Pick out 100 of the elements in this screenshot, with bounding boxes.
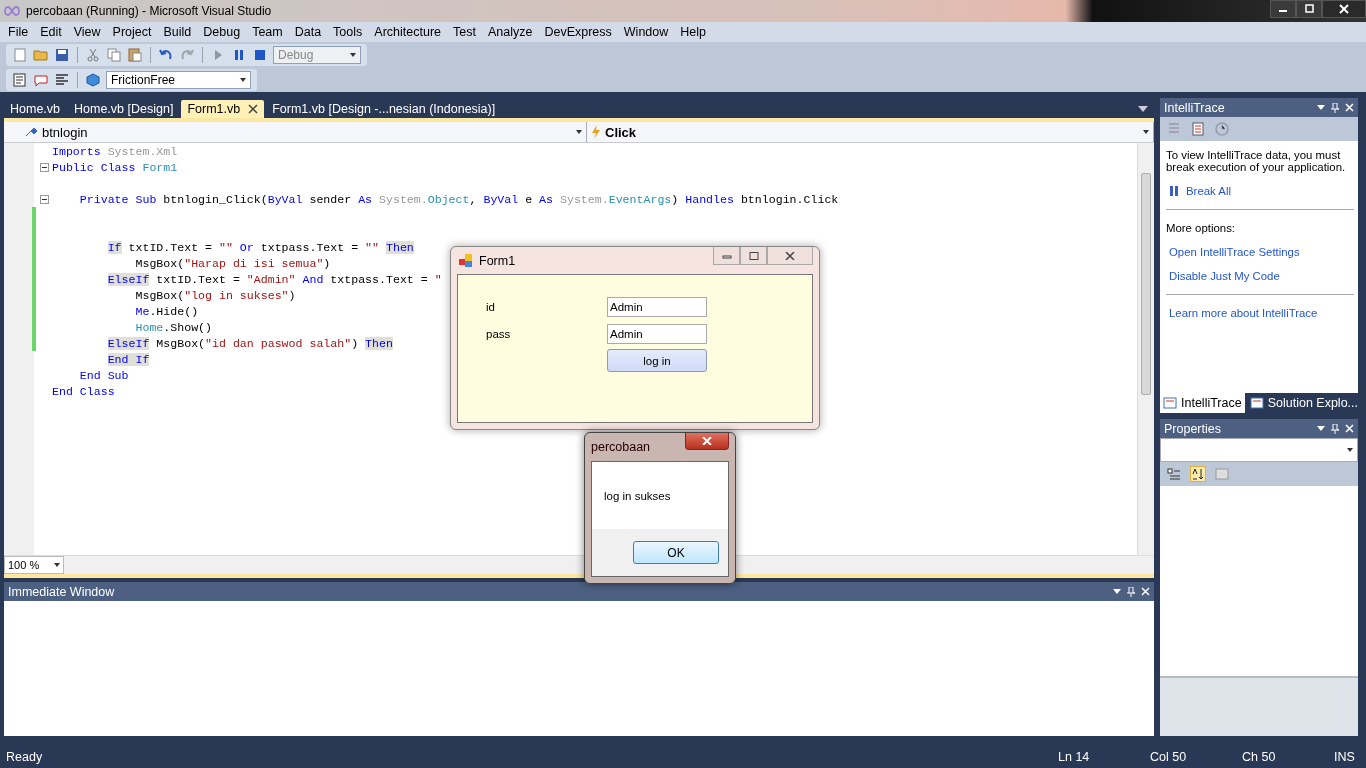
caret-icon xyxy=(576,130,582,134)
style-dropdown[interactable]: FrictionFree xyxy=(106,70,251,89)
close-icon xyxy=(1339,4,1349,14)
menu-item[interactable]: Window xyxy=(617,25,675,39)
pin-icon[interactable] xyxy=(1331,423,1339,434)
form-title: Form1 xyxy=(479,253,516,268)
option-link[interactable]: Open IntelliTrace Settings xyxy=(1169,246,1300,258)
close-button[interactable] xyxy=(685,433,729,450)
code-line: Home.Show() xyxy=(134,320,213,334)
paste-icon[interactable] xyxy=(127,46,143,63)
code-line: ElseIf txtID.Text = "Admin" And txtpass.Text = " xyxy=(106,272,442,286)
code-line: MsgBox("Harap di isi semua") xyxy=(134,256,331,270)
clock-icon[interactable] xyxy=(1214,121,1230,137)
input-field[interactable]: Admin xyxy=(607,296,707,317)
panel-tab[interactable]: IntelliTrace xyxy=(1160,393,1245,413)
maximize-icon xyxy=(748,251,759,260)
caret-icon xyxy=(240,77,246,82)
menu-item[interactable]: File xyxy=(2,25,35,39)
vertical-scrollbar[interactable] xyxy=(1137,143,1154,555)
caret-icon[interactable] xyxy=(1317,105,1325,110)
checklist-icon[interactable] xyxy=(1190,121,1206,137)
code-line: End Class xyxy=(52,384,115,398)
caret-icon[interactable] xyxy=(1113,589,1121,594)
cube-icon[interactable] xyxy=(85,71,101,88)
document-icon[interactable] xyxy=(12,71,28,88)
categorized-icon[interactable] xyxy=(1166,466,1182,482)
menu-item[interactable]: Build xyxy=(157,25,198,39)
section-heading: More options: xyxy=(1166,222,1236,234)
menu-item[interactable]: Project xyxy=(106,25,158,39)
event-dropdown[interactable]: Click xyxy=(587,122,1154,142)
document-tab[interactable]: Form1.vb xyxy=(181,100,265,118)
collapse-icon[interactable] xyxy=(39,162,49,172)
window-title: percobaan (Running) - Microsoft Visual Studio xyxy=(26,4,272,18)
code-line: ElseIf MsgBox("id dan paswod salah") Then xyxy=(106,336,393,350)
char-indicator: Ch 50 xyxy=(1242,750,1277,764)
pin-icon[interactable] xyxy=(1331,102,1339,113)
menu-item[interactable]: Architecture xyxy=(368,25,447,39)
input-field[interactable]: Admin xyxy=(607,323,707,344)
object-icon xyxy=(24,126,38,138)
ok-button[interactable]: OK xyxy=(633,541,719,564)
caret-icon xyxy=(350,52,356,57)
lightning-icon xyxy=(591,125,601,139)
menu-item[interactable]: View xyxy=(67,25,107,39)
menu-item[interactable]: Debug xyxy=(197,25,247,39)
pin-icon[interactable] xyxy=(1127,586,1135,597)
window-icon xyxy=(1163,396,1177,410)
close-icon xyxy=(702,437,712,445)
insert-mode-indicator: INS xyxy=(1334,750,1356,764)
learn-more-link[interactable]: Learn more about IntelliTrace xyxy=(1169,307,1318,319)
minimize-button[interactable] xyxy=(1270,0,1296,18)
code-line: Me.Hide() xyxy=(134,304,199,318)
panel-title: Immediate Window xyxy=(8,584,115,599)
caret-icon xyxy=(1347,448,1353,452)
code-line: Private Sub btnlogin_Click(ByVal sender As System.Object, ByVal e As System.EventArgs) Handles btnlogin.Click xyxy=(78,192,839,206)
menu-item[interactable]: Team xyxy=(246,25,289,39)
field-label: pass xyxy=(486,327,512,340)
menu-item[interactable]: Test xyxy=(447,25,482,39)
infinity-icon xyxy=(4,6,20,16)
menu-item[interactable]: Edit xyxy=(34,25,68,39)
zoom-dropdown[interactable]: 100 % xyxy=(4,556,64,574)
code-line: MsgBox("log in sukses") xyxy=(134,288,296,302)
restore-button[interactable] xyxy=(1296,0,1322,18)
close-icon xyxy=(785,251,795,260)
save-icon[interactable] xyxy=(54,46,70,63)
form-icon xyxy=(459,253,473,268)
login-button[interactable]: log in xyxy=(607,349,707,372)
caret-icon xyxy=(1143,130,1149,134)
panel-title: IntelliTrace xyxy=(1164,100,1225,115)
document-tab[interactable]: Home.vb xyxy=(4,100,67,118)
message-text: log in sukses xyxy=(603,488,672,504)
maximize-button[interactable] xyxy=(740,247,767,265)
collapse-icon[interactable] xyxy=(39,194,49,204)
pause-icon xyxy=(1170,186,1178,196)
restore-icon xyxy=(1304,4,1314,14)
column-indicator: Col 50 xyxy=(1150,750,1188,764)
align-icon[interactable] xyxy=(54,71,70,88)
option-link[interactable]: Disable Just My Code xyxy=(1169,270,1280,282)
menu-item[interactable]: Analyze xyxy=(481,25,539,39)
panel-tab[interactable]: Solution Explo... xyxy=(1246,393,1361,413)
code-line: If txtID.Text = "" Or txtpass.Text = "" Then xyxy=(106,240,414,254)
object-dropdown[interactable]: btnlogin xyxy=(4,122,587,142)
cut-icon[interactable] xyxy=(85,46,101,63)
caret-icon[interactable] xyxy=(1317,426,1325,431)
document-tab[interactable]: Home.vb [Design] xyxy=(68,100,180,118)
break-all-link[interactable]: Break All xyxy=(1186,185,1231,197)
menu-item[interactable]: Data xyxy=(288,25,328,39)
copy-icon[interactable] xyxy=(106,46,122,63)
menu-item[interactable]: DevExpress xyxy=(538,25,618,39)
dialog-title: percobaan xyxy=(591,440,651,454)
close-icon[interactable] xyxy=(248,104,259,114)
document-tab[interactable]: Form1.vb [Design -...nesian (Indonesia)] xyxy=(266,100,502,118)
code-line: Public Class Form1 xyxy=(52,160,178,174)
menu-item[interactable]: Tools xyxy=(327,25,369,39)
caret-icon[interactable] xyxy=(1138,106,1148,112)
panel-title: Properties xyxy=(1164,421,1221,436)
alphabetical-icon[interactable] xyxy=(1190,466,1206,482)
menu-item[interactable]: Help xyxy=(674,25,712,39)
close-button[interactable] xyxy=(1322,0,1366,18)
code-line: Imports System.Xml xyxy=(52,144,178,158)
caret-icon xyxy=(54,563,60,567)
